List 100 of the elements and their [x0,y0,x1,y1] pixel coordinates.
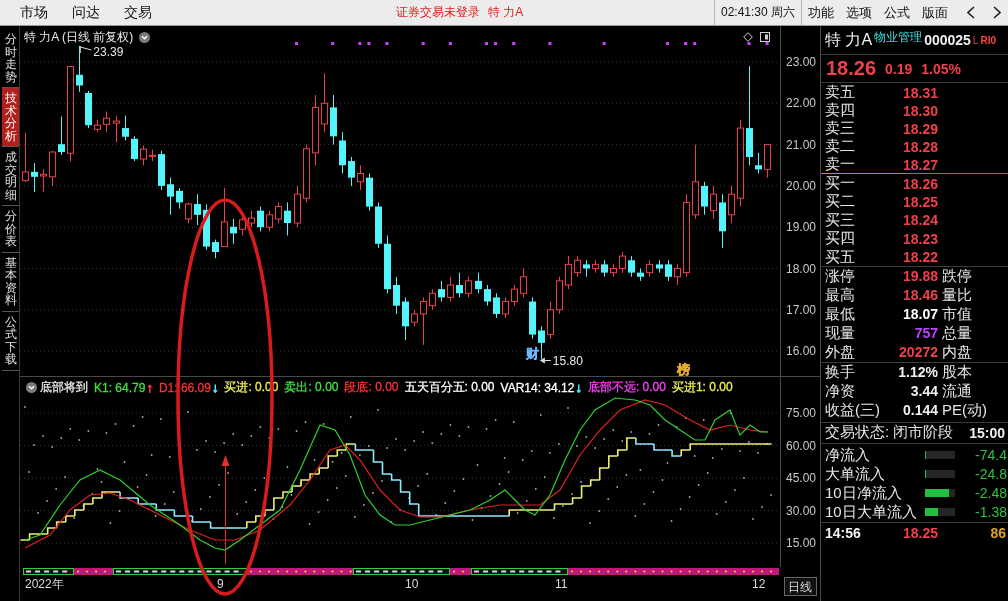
stat-value: 18.46 [902,287,938,304]
order-price: 18.31 [902,84,938,101]
indicator-value: 底部不远: 0.00 [587,379,666,394]
toolbar-button[interactable]: 功能 [802,0,840,25]
price-axis-label: 17.00 [786,302,817,317]
chevron-left-icon [967,6,975,19]
menu-item[interactable]: 交易 [112,0,164,25]
tick-time: 14:56 [825,524,861,541]
stat-value: 19.88 [902,268,938,285]
ask-level-label: 卖二 [825,137,855,156]
flag-label: L [972,34,979,46]
stat-value: 20272 [899,344,938,361]
indicator-axis-label: 75.00 [786,406,817,420]
trend-arrow: ↓ [211,379,219,395]
change-percent: 1.05% [921,60,961,77]
bid-level-label: 买四 [825,229,855,249]
period-button[interactable]: 日线 [784,577,817,596]
indicator-axis-label: 15.00 [786,536,817,551]
flag-label: RI0 [980,34,996,46]
chevron-right-icon [993,6,1001,19]
leader-line [79,45,92,54]
flow-value: -24.8 [974,466,1008,483]
ask-level-label: 卖三 [825,119,855,138]
indicator-axis-label: 45.00 [786,471,817,486]
stat-label: 内盘 [941,342,973,362]
stat-value: 18.07 [902,306,938,323]
stat-label: 现量 [825,323,855,343]
bid-level-label: 买一 [825,174,855,193]
indicator-name: 底部将到 [40,378,88,396]
stat-label: 流通 [941,381,973,401]
indicator-value: 买进1: 0.00 [671,379,733,394]
stat-value: 757 [914,325,938,342]
order-price: 18.27 [902,156,938,173]
toolbar-button[interactable]: 选项 [840,0,878,25]
trend-arrow: ↑ [146,379,153,395]
stat-label: 净资 [825,381,855,401]
price-axis-label: 20.00 [786,178,817,193]
stock-name: 特 力A [825,29,873,50]
stat-value: 3.44 [910,383,938,400]
date-axis-label: 12 [752,577,766,591]
date-axis-label: 10 [405,577,419,591]
clock: 02:41:30 周六 [713,0,802,25]
ask-level-label: 卖四 [825,101,855,120]
stat-label: 跌停 [941,266,973,286]
chart-title: 特 力A (日线 前复权) [24,28,134,46]
menu-item[interactable]: 问达 [60,0,112,25]
indicator-axis-label: 30.00 [786,503,817,518]
ask-level-label: 卖五 [825,83,855,102]
indicator-axis-label: 60.00 [786,438,817,453]
status-time: 15:00 [969,424,1005,441]
order-price: 18.29 [902,120,938,137]
date-axis-label: 2022年 [25,577,64,591]
event-mark: 榜 [677,362,690,376]
side-tab[interactable]: 技术分析 [2,88,19,147]
indicator-value: D1: 66.09 [158,380,211,395]
price-axis-label: 18.00 [786,261,817,276]
order-price: 18.23 [902,230,938,247]
price-axis-label: 23.00 [786,55,817,69]
stat-label: 股本 [941,362,973,382]
leader-arrow [539,357,552,364]
order-price: 18.28 [902,138,938,155]
order-price: 18.26 [902,175,938,192]
square-icon[interactable] [760,32,770,42]
login-status: 证券交易未登录 [396,4,480,21]
flow-label: 10日净流入 [825,483,903,503]
trend-arrow: ↓ [575,379,582,395]
stat-label: 量比 [941,285,973,305]
order-price: 18.30 [902,102,938,119]
flow-value: -2.48 [974,485,1008,502]
toolbar-button[interactable]: 版面 [916,0,954,25]
dropdown-icon[interactable] [139,31,151,43]
stat-label: 收益(三) [825,400,880,420]
menu-item[interactable]: 市场 [8,0,60,25]
order-price: 18.22 [902,249,938,266]
order-price: 18.25 [902,193,938,210]
flow-value: -74.4 [974,447,1008,464]
stat-label: 总量 [941,323,973,343]
indicator-value: 卖出: 0.00 [284,379,339,394]
date-axis-label: 11 [555,577,568,591]
indicator-value: 段底: 0.00 [344,379,399,394]
stat-label: 换手 [825,362,855,382]
bid-level-label: 买二 [825,192,855,212]
stat-label: 市值 [941,304,973,324]
price-axis-label: 21.00 [786,137,817,152]
flow-value: -1.38 [974,504,1008,521]
indicator-value: 五天百分五: 0.00 [404,379,495,394]
dropdown-icon[interactable] [26,381,37,393]
ask-level-label: 卖一 [825,155,855,174]
stock-code: 000025 [924,32,971,48]
diamond-icon[interactable] [743,32,753,42]
event-mark: 财 [526,346,539,361]
tick-volume: 86 [989,524,1007,541]
low-price-label: 15.80 [552,354,583,368]
price-axis-label: 16.00 [786,344,817,359]
flow-label: 10日大单流入 [825,502,918,522]
flow-label: 净流入 [825,445,871,465]
order-price: 18.24 [902,212,938,229]
stat-label: 外盘 [825,342,855,362]
toolbar-button[interactable]: 公式 [878,0,916,25]
bid-level-label: 买三 [825,210,855,230]
